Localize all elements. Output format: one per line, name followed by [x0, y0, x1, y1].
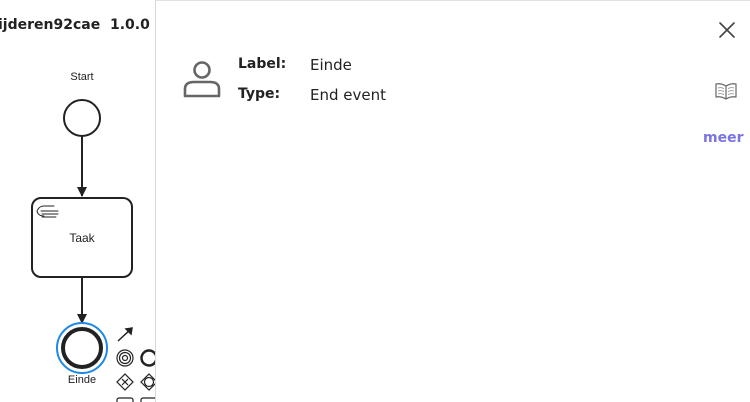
type-key: Type:	[238, 86, 281, 102]
diagram-pane: ijderen92cae 1.0.0 Start Taak Einde	[0, 0, 156, 402]
more-link[interactable]: meer	[703, 130, 743, 146]
end-event[interactable]	[61, 327, 103, 369]
intermediate-event-icon[interactable]	[116, 349, 134, 367]
start-event[interactable]	[63, 99, 101, 137]
task-label: Taak	[69, 231, 95, 245]
end-event-icon[interactable]	[140, 349, 156, 367]
start-event-label: Start	[70, 71, 93, 83]
connect-arrow-icon[interactable]	[117, 327, 133, 342]
end-event-label: Einde	[68, 374, 96, 386]
label-value: Einde	[310, 56, 352, 74]
type-value: End event	[310, 86, 386, 104]
open-book-icon[interactable]	[714, 81, 738, 101]
close-icon[interactable]	[717, 20, 737, 40]
label-key: Label:	[238, 56, 287, 72]
exclusive-gateway-icon[interactable]	[116, 373, 134, 391]
event-based-gateway-icon[interactable]	[140, 373, 155, 391]
user-icon	[183, 61, 221, 98]
properties-panel: Label: Einde Type: End event meer	[156, 0, 750, 402]
panel-top-divider	[156, 0, 750, 1]
context-pad	[116, 327, 156, 402]
task-shortcut-icon[interactable]	[116, 397, 155, 402]
bpmn-canvas[interactable]: Start Taak Einde	[0, 0, 155, 402]
